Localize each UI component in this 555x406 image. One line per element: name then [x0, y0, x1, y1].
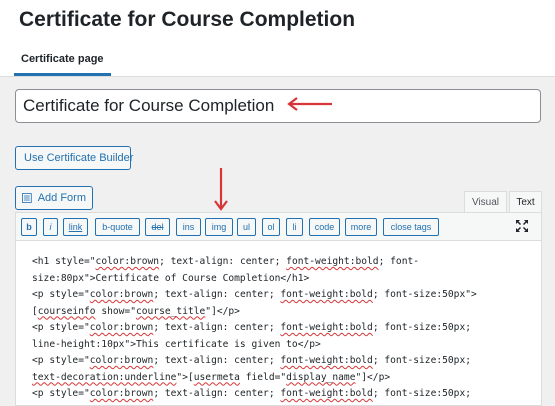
quicktags-toolbar: b i link b-quote del ins img ul ol li co…: [15, 212, 542, 241]
code-token: "]</p>: [355, 371, 391, 383]
code-line: <p style="color:brown; text-align: cente…: [32, 353, 541, 370]
code-token: "]</p>: [205, 305, 240, 317]
code-line: <h1 style="color:brown; text-align: cent…: [32, 254, 541, 271]
code-token: <p style=": [32, 355, 90, 366]
add-form-button[interactable]: Add Form: [15, 186, 93, 210]
qt-italic-button[interactable]: i: [43, 218, 58, 236]
qt-img-button[interactable]: img: [205, 218, 233, 236]
tab-visual[interactable]: Visual: [464, 191, 507, 212]
fullscreen-icon[interactable]: [515, 219, 529, 233]
code-line: line-height:10px">This certificate is gi…: [32, 337, 541, 354]
tab-text[interactable]: Text: [509, 191, 542, 212]
code-line: text-decoration:underline">[usermeta fie…: [32, 370, 541, 387]
code-token: show=": [95, 305, 136, 317]
code-token: ; font-size:50px;: [372, 388, 472, 399]
spellcheck-token: color:brown: [89, 322, 154, 333]
qt-more-button[interactable]: more: [345, 218, 377, 236]
spellcheck-token: color:brown: [89, 289, 154, 300]
spellcheck-token: display_name: [286, 371, 356, 383]
tab-certificate-page[interactable]: Certificate page: [14, 51, 111, 76]
code-line: size:80px">Certificate of Course Complet…: [32, 271, 541, 288]
page-title: Certificate for Course Completion: [19, 8, 356, 31]
arrow-down-icon: [214, 168, 228, 211]
spellcheck-token: usermeta: [193, 371, 240, 383]
code-token: ; text-align: center;: [153, 355, 281, 366]
qt-code-button[interactable]: code: [309, 218, 340, 236]
title-input[interactable]: [15, 89, 541, 123]
spellcheck-token: font-weight:bold: [280, 289, 373, 300]
qt-ul-button[interactable]: ul: [237, 218, 256, 236]
qt-ol-button[interactable]: ol: [262, 218, 280, 236]
qt-bold-button[interactable]: b: [21, 218, 37, 236]
code-token: <p style=": [32, 388, 90, 399]
code-token: <h1 style=": [32, 256, 96, 267]
code-token: ; font-size:50px;: [372, 322, 472, 333]
qt-del-button[interactable]: del: [145, 218, 170, 236]
code-token: ; text-align: center;: [153, 289, 281, 300]
spellcheck-token: color:brown: [89, 388, 154, 399]
code-line: <p style="color:brown; text-align: cente…: [32, 320, 541, 337]
code-token: field=": [239, 371, 287, 383]
spellcheck-token: color:brown: [89, 355, 154, 366]
code-token: <p style=": [32, 289, 90, 300]
arrow-left-icon: [287, 97, 332, 111]
code-token: line-height:10px">This certificate is gi…: [32, 338, 321, 350]
code-token: size:80px">Certificate of Course Complet…: [32, 272, 310, 284]
code-line: <p style="color:brown; text-align: cente…: [32, 287, 541, 304]
qt-li-button[interactable]: li: [286, 218, 303, 236]
code-line: <p style="color:brown; text-align: cente…: [32, 386, 541, 403]
spellcheck-token: color:brown: [95, 256, 160, 267]
spellcheck-token: font-weight:bold: [280, 388, 373, 399]
spellcheck-token: courseinfo: [37, 305, 96, 317]
qt-close-tags-button[interactable]: close tags: [383, 218, 439, 236]
page-header: Certificate for Course Completion Certif…: [0, 0, 555, 77]
spellcheck-token: course_title: [135, 305, 206, 317]
code-token: ; text-align: center;: [159, 256, 287, 267]
spellcheck-token: font-weight:bold: [280, 355, 373, 366]
code-token: ; text-align: center;: [153, 388, 281, 399]
code-token: ; font-size:50px">: [372, 289, 477, 300]
spellcheck-token: font-weight:bold: [280, 322, 373, 333]
use-certificate-builder-button[interactable]: Use Certificate Builder: [15, 146, 133, 170]
code-line: [courseinfo show="course_title"]</p>: [32, 304, 541, 321]
code-token: ; font-size:50px;: [372, 355, 472, 366]
code-editor-textarea[interactable]: <h1 style="color:brown; text-align: cent…: [15, 241, 542, 406]
form-icon: [22, 193, 32, 203]
code-token: ; font-: [378, 256, 420, 267]
code-token: ">[: [176, 371, 194, 383]
qt-bquote-button[interactable]: b-quote: [95, 218, 140, 236]
add-form-label: Add Form: [37, 192, 86, 204]
code-token: ; text-align: center;: [153, 322, 281, 333]
qt-link-button[interactable]: link: [63, 218, 88, 236]
spellcheck-token: font-weight:bold: [286, 256, 379, 267]
code-token: <p style=": [32, 322, 90, 333]
spellcheck-token: text-decoration:underline: [32, 371, 177, 383]
qt-ins-button[interactable]: ins: [176, 218, 201, 236]
